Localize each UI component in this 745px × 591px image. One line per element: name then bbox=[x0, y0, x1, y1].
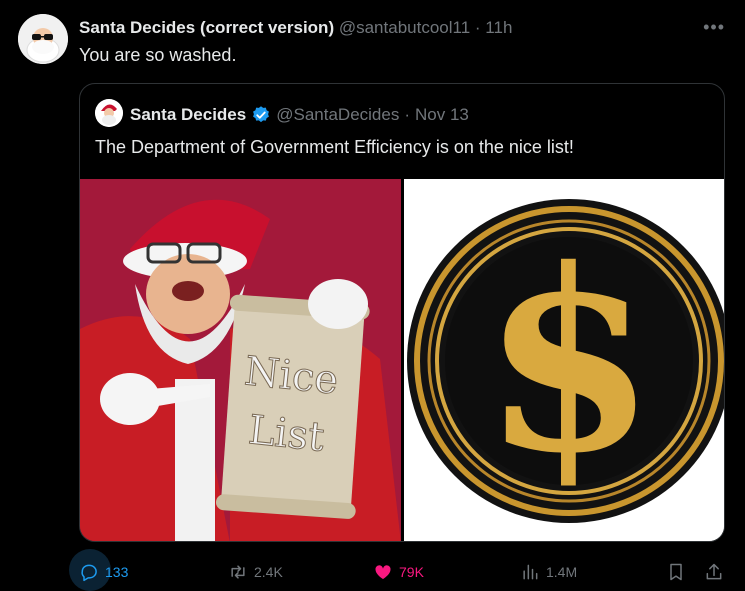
tweet-header: Santa Decides (correct version) @santabu… bbox=[79, 18, 512, 38]
quoted-author-avatar[interactable] bbox=[95, 99, 123, 127]
reply-count: 133 bbox=[105, 564, 129, 580]
repost-icon bbox=[231, 565, 245, 579]
reply-button[interactable]: 133 bbox=[79, 562, 128, 582]
repost-count: 2.4K bbox=[254, 564, 283, 580]
views-button[interactable]: 1.4M bbox=[520, 562, 577, 582]
quoted-separator: · bbox=[404, 105, 411, 124]
header-separator: · bbox=[474, 18, 481, 37]
scroll-text-nice: Nice bbox=[242, 348, 340, 404]
quoted-header: Santa Decides @SantaDecides · Nov 13 bbox=[130, 105, 469, 125]
heart-icon bbox=[375, 565, 391, 580]
svg-text:$: $ bbox=[482, 214, 656, 508]
like-count: 79K bbox=[399, 564, 424, 580]
bookmark-icon bbox=[670, 563, 682, 581]
santa-image[interactable]: Nice List bbox=[80, 179, 401, 541]
share-button[interactable] bbox=[704, 562, 724, 582]
verified-badge-icon bbox=[251, 105, 271, 125]
author-handle[interactable]: @santabutcool11 bbox=[339, 18, 470, 37]
quoted-text: The Department of Government Efficiency … bbox=[95, 137, 574, 157]
share-icon bbox=[706, 563, 722, 580]
reply-icon bbox=[81, 564, 97, 582]
quoted-display-name[interactable]: Santa Decides bbox=[130, 105, 246, 125]
author-avatar[interactable] bbox=[18, 14, 68, 64]
repost-button[interactable]: 2.4K bbox=[228, 562, 283, 582]
author-display-name[interactable]: Santa Decides (correct version) bbox=[79, 18, 334, 37]
quoted-timestamp[interactable]: Nov 13 bbox=[415, 105, 469, 125]
tweet-text: You are so washed. bbox=[79, 45, 237, 65]
quoted-tweet[interactable]: Santa Decides @SantaDecides · Nov 13 The… bbox=[79, 83, 725, 542]
tweet-timestamp[interactable]: 11h bbox=[485, 18, 512, 37]
like-button[interactable]: 79K bbox=[373, 562, 424, 582]
views-icon bbox=[523, 564, 538, 580]
scroll-text-list: List bbox=[246, 407, 326, 461]
bookmark-button[interactable] bbox=[666, 562, 686, 582]
views-count: 1.4M bbox=[546, 564, 578, 580]
more-icon[interactable]: ••• bbox=[703, 17, 725, 38]
quoted-handle[interactable]: @SantaDecides bbox=[276, 105, 399, 125]
dollar-coin-image[interactable]: $ bbox=[404, 179, 724, 541]
